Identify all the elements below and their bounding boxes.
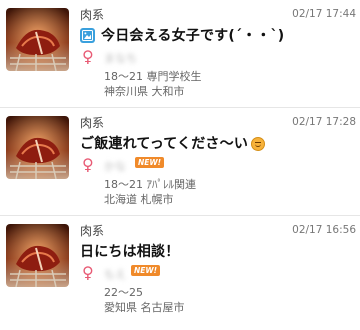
list-item[interactable]: 肉系 02/17 16:56 日にちは相談！ ♀ もえ NEW! 22～25 愛… [0,216,360,324]
user-name: かな [104,160,126,173]
post-title-row[interactable]: 今日会える女子です(´・・`) [80,23,284,47]
post-title: 今日会える女子です(´・・`) [101,28,285,44]
post-title-row[interactable]: 日にちは相談！ [80,239,179,263]
post-time: 02/17 17:28 [292,116,356,128]
female-icon: ♀ [82,47,94,66]
location: 愛知県 名古屋市 [104,301,185,314]
meat-thumbnail-image[interactable] [6,224,69,287]
age-occupation: 18～21 ｱﾊﾟﾚﾙ関連 [104,178,196,191]
photo-icon [80,27,95,43]
list-item[interactable]: 肉系 02/17 17:28 ご飯連れてってくださ〜い ♀ かな NEW! 18… [0,108,360,216]
list-item[interactable]: 肉系 02/17 17:44 今日会える女子です(´・・`) ♀ まなち 18～… [0,0,360,108]
post-title: 日にちは相談！ [80,244,180,260]
post-time: 02/17 17:44 [292,8,356,20]
post-title-row[interactable]: ご飯連れてってくださ〜い [80,131,266,155]
meat-thumbnail-image[interactable] [6,116,69,179]
age-occupation: 22～25 [104,286,143,299]
post-list: 肉系 02/17 17:44 今日会える女子です(´・・`) ♀ まなち 18～… [0,0,360,324]
location: 神奈川県 大和市 [104,85,185,98]
category-label: 肉系 [80,8,105,22]
new-badge: NEW! [135,157,165,168]
user-name: まなち [104,52,137,65]
location: 北海道 札幌市 [104,193,174,206]
post-time: 02/17 16:56 [292,224,356,236]
smile-emoji-icon [251,137,266,151]
category-label: 肉系 [80,224,105,238]
female-icon: ♀ [82,263,94,282]
user-name: もえ [104,268,126,281]
age-occupation: 18～21 専門学校生 [104,70,202,83]
post-title: ご飯連れてってくださ〜い [80,136,249,152]
meat-thumbnail-image[interactable] [6,8,69,71]
female-icon: ♀ [82,155,94,174]
category-label: 肉系 [80,116,105,130]
new-badge: NEW! [131,265,161,276]
